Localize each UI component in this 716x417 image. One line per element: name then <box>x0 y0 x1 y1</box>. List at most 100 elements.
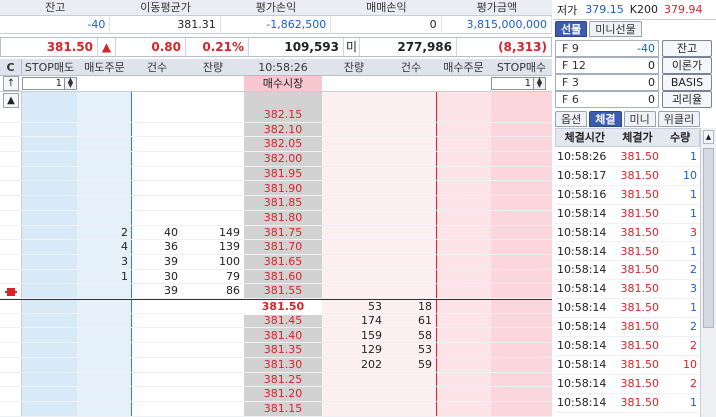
theory-price-button[interactable]: 이론가 <box>662 57 712 74</box>
sell-remain-cell <box>182 329 244 344</box>
tick-scrollbar[interactable]: ▲ <box>700 128 716 417</box>
stop-sell-qty-stepper[interactable]: 1 ▲ ▼ <box>22 77 77 90</box>
tab-options[interactable]: 옵션 <box>555 111 588 127</box>
sell-remain-cell <box>182 314 244 329</box>
header-time: 10:58:26 <box>258 61 308 74</box>
tick-price: 381.50 <box>620 150 660 163</box>
basis-button[interactable]: BASIS <box>662 74 712 91</box>
sell-order-cell <box>77 329 132 344</box>
sell-order-cell <box>77 211 132 226</box>
price-cell[interactable]: 381.80 <box>244 211 322 226</box>
tick-qty: 1 <box>690 244 697 258</box>
buy-count-cell <box>386 255 436 270</box>
market-buy-label[interactable]: 매수시장 <box>244 76 322 91</box>
price-cell[interactable]: 381.75 <box>244 226 322 241</box>
price-cell[interactable]: 381.45 <box>244 314 322 329</box>
sell-remain-cell <box>182 123 244 138</box>
price-cell[interactable]: 381.50 <box>244 300 322 315</box>
scroll-up-icon[interactable]: ▲ <box>703 130 714 144</box>
tab-weekly[interactable]: 위클리 <box>657 111 701 127</box>
c-button[interactable]: C <box>0 59 22 76</box>
sell-count-cell <box>132 300 182 315</box>
price-cell[interactable]: 381.55 <box>244 284 322 299</box>
current-price: 381.50 <box>1 38 98 56</box>
tab-mini-futures[interactable]: 미니선물 <box>589 21 642 37</box>
sell-count-cell: 40 <box>164 225 178 239</box>
price-cell[interactable]: 381.40 <box>244 329 322 344</box>
price-cell[interactable]: 382.15 <box>244 108 322 123</box>
tab-trades[interactable]: 체결 <box>589 111 622 127</box>
k200-label: K200 <box>629 3 658 16</box>
sell-count-cell <box>132 108 182 123</box>
price-cell[interactable]: 382.10 <box>244 123 322 138</box>
disparity-button[interactable]: 괴리율 <box>662 91 712 108</box>
price-cell[interactable]: 381.95 <box>244 167 322 182</box>
scroll-thumb[interactable] <box>703 148 714 328</box>
price-cell[interactable]: 381.85 <box>244 196 322 211</box>
tick-time: 10:58:14 <box>557 282 607 296</box>
tick-time: 10:58:16 <box>557 187 607 201</box>
tick-row: 10:58:14 381.50 3 <box>555 280 700 300</box>
sell-remain-cell <box>182 387 244 402</box>
stepper-arrows-icon[interactable]: ▲ ▼ <box>64 77 76 89</box>
sell-order-cell <box>77 196 132 211</box>
tab-mini[interactable]: 미니 <box>623 111 656 127</box>
price-cell[interactable]: 381.70 <box>244 240 322 255</box>
fkey-f12[interactable]: F 12 0 <box>555 57 659 74</box>
buy-count-cell: 59 <box>418 357 432 371</box>
fkey-f9[interactable]: F 9 -40 <box>555 40 659 57</box>
sell-remain-cell: 149 <box>219 225 240 239</box>
price-cell[interactable]: 381.15 <box>244 402 322 417</box>
sell-remain-cell: 100 <box>219 255 240 268</box>
tick-row: 10:58:14 381.50 1 <box>555 394 700 413</box>
sell-remain-cell: 79 <box>226 269 240 283</box>
sell-count-cell <box>132 329 182 344</box>
orderbook-row: 381.90 <box>0 182 552 197</box>
fkey-f3[interactable]: F 3 0 <box>555 74 659 91</box>
price-cell[interactable]: 381.90 <box>244 182 322 197</box>
orderbook-row: 381.30 202 59 <box>0 358 552 373</box>
up-arrow-button[interactable]: ↑ <box>3 76 19 91</box>
tick-row: 10:58:14 381.50 1 <box>555 243 700 262</box>
mi-label: 미 <box>344 38 360 56</box>
tick-row: 10:58:14 381.50 1 <box>555 205 700 224</box>
stop-buy-qty-stepper[interactable]: 1 ▲ ▼ <box>491 77 546 90</box>
fkey-f6[interactable]: F 6 0 <box>555 91 659 108</box>
sell-remain-cell <box>182 358 244 373</box>
summary-trade-pl: 0 <box>331 16 442 33</box>
buy-remain-cell: 174 <box>361 313 382 327</box>
balance-button[interactable]: 잔고 <box>662 40 712 57</box>
tick-header-qty: 수량 <box>670 131 691 144</box>
price-cell[interactable]: 381.25 <box>244 373 322 388</box>
price-cell[interactable]: 381.30 <box>244 358 322 373</box>
buy-count-cell <box>386 284 436 299</box>
sell-remain-cell <box>182 373 244 388</box>
sell-order-cell <box>77 108 132 123</box>
orderbook-row: 3 39 100 381.65 <box>0 255 552 270</box>
header-stop-buy: STOP매수 <box>496 61 547 74</box>
tick-row: 10:58:14 381.50 10 <box>555 356 700 375</box>
tick-row: 10:58:14 381.50 3 <box>555 224 700 243</box>
buy-remain-cell <box>322 152 386 167</box>
sell-order-cell: 1 <box>121 269 128 283</box>
orderbook-row: 1 30 79 381.60 <box>0 270 552 285</box>
buy-remain-cell <box>322 108 386 123</box>
futures-tabs: 선물 미니선물 <box>553 21 716 38</box>
sell-count-cell <box>132 402 182 417</box>
price-cell[interactable]: 381.60 <box>244 270 322 285</box>
price-cell[interactable]: 382.00 <box>244 152 322 167</box>
buy-remain-cell <box>322 284 386 299</box>
tick-time: 10:58:14 <box>557 301 607 315</box>
tab-futures[interactable]: 선물 <box>555 21 588 37</box>
price-change-pct: 0.21% <box>186 38 249 56</box>
fkey-label: F 3 <box>562 76 579 89</box>
price-cell[interactable]: 381.35 <box>244 343 322 358</box>
orderbook-row: 381.15 <box>0 402 552 417</box>
orderbook-row: 381.85 <box>0 196 552 211</box>
price-cell[interactable]: 382.05 <box>244 137 322 152</box>
buy-count-cell: 53 <box>418 343 432 357</box>
stepper-arrows-icon[interactable]: ▲ ▼ <box>533 77 545 89</box>
price-cell[interactable]: 381.20 <box>244 387 322 402</box>
header-count-buy: 건수 <box>400 61 422 74</box>
price-cell[interactable]: 381.65 <box>244 255 322 270</box>
